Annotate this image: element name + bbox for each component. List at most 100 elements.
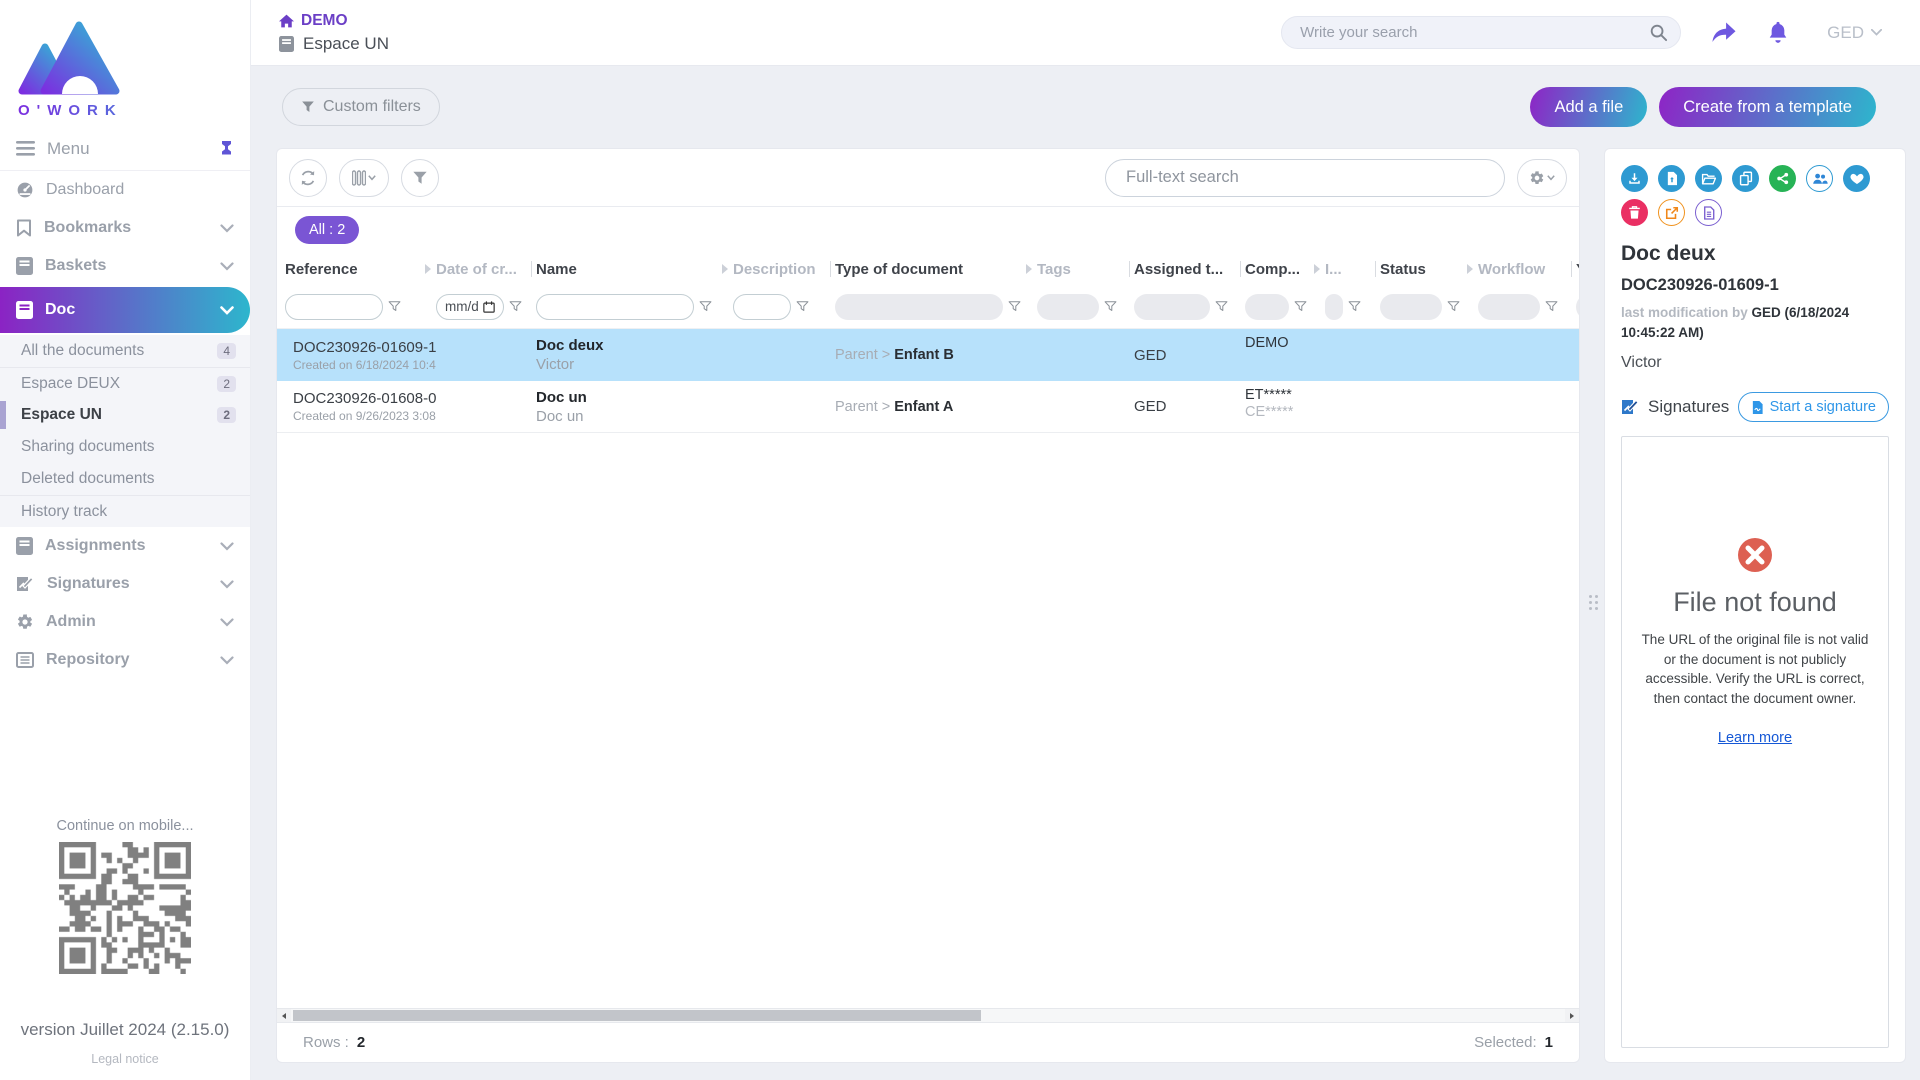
refresh-button[interactable] (289, 159, 327, 197)
column-header-name[interactable]: Name (536, 261, 733, 278)
filter-funnel-icon[interactable] (1545, 300, 1558, 313)
delete-button[interactable] (1621, 199, 1648, 226)
filter-funnel-icon[interactable] (1104, 300, 1117, 313)
sort-arrow-icon[interactable] (721, 263, 729, 275)
legal-notice-link[interactable]: Legal notice (0, 1052, 250, 1066)
column-header-y[interactable]: Y (1576, 261, 1580, 278)
filter-funnel-icon[interactable] (699, 300, 712, 313)
sidebar-item-all-documents[interactable]: All the documents 4 (0, 335, 250, 367)
sidebar-item-dashboard[interactable]: Dashboard (0, 171, 250, 209)
tab-all[interactable]: All : 2 (295, 216, 359, 244)
action-bar: Custom filters Add a file Create from a … (251, 66, 1920, 148)
open-external-button[interactable] (1658, 199, 1685, 226)
table-row[interactable]: DOC230926-01608-0 Created on 9/26/2023 3… (277, 381, 1579, 433)
table-row[interactable]: DOC230926-01609-1 Created on 6/18/2024 1… (277, 329, 1579, 381)
caret-down-icon (1547, 175, 1555, 181)
sort-arrow-icon[interactable] (424, 263, 432, 275)
panel-resize-handle[interactable] (1588, 588, 1598, 616)
column-header-description[interactable]: Description (733, 261, 835, 278)
column-header-i[interactable]: I... (1325, 261, 1380, 278)
subnav-label: All the documents (21, 342, 144, 360)
menu-toggle[interactable]: Menu (0, 127, 250, 171)
filter-description-input[interactable] (733, 294, 791, 320)
scroll-right-arrow[interactable] (1565, 1009, 1579, 1022)
assign-users-button[interactable] (1806, 165, 1833, 192)
filter-funnel-icon[interactable] (1348, 300, 1361, 313)
scrollbar-thumb[interactable] (293, 1010, 981, 1021)
column-header-assigned[interactable]: Assigned t... (1134, 261, 1245, 278)
sidebar-item-signatures[interactable]: Signatures (0, 565, 250, 603)
notifications-bell-icon[interactable] (1767, 21, 1789, 45)
learn-more-link[interactable]: Learn more (1718, 730, 1792, 746)
open-folder-button[interactable] (1695, 165, 1722, 192)
add-file-button[interactable]: Add a file (1530, 87, 1647, 127)
sidebar-item-bookmarks[interactable]: Bookmarks (0, 209, 250, 247)
sidebar-item-baskets[interactable]: Baskets (0, 247, 250, 285)
column-header-workflow[interactable]: Workflow (1478, 261, 1576, 278)
share-shortcut-icon[interactable] (1711, 22, 1737, 44)
sidebar-item-sharing-documents[interactable]: Sharing documents (0, 431, 250, 463)
filter-name-input[interactable] (536, 294, 694, 320)
scrollbar-track[interactable] (291, 1009, 1565, 1022)
sort-arrow-icon[interactable] (1466, 263, 1474, 275)
signatures-label: Signatures (1648, 397, 1729, 417)
primary-actions: Add a file Create from a template (1530, 87, 1876, 127)
column-header-date[interactable]: Date of cr... (436, 261, 536, 278)
sort-arrow-icon[interactable] (1313, 263, 1321, 275)
document-company: ET***** (1245, 387, 1325, 403)
create-from-template-button[interactable]: Create from a template (1659, 87, 1876, 127)
sidebar-item-label: Baskets (45, 257, 106, 275)
sidebar-item-espace-un[interactable]: Espace UN 2 (0, 399, 250, 431)
column-header-tags[interactable]: Tags (1037, 261, 1134, 278)
filter-button[interactable] (401, 159, 439, 197)
sidebar-item-admin[interactable]: Admin (0, 603, 250, 641)
filter-funnel-icon[interactable] (1294, 300, 1307, 313)
sidebar-item-assignments[interactable]: Assignments (0, 527, 250, 565)
sidebar-item-espace-deux[interactable]: Espace DEUX 2 (0, 367, 250, 399)
filter-date-input[interactable]: mm/d (436, 294, 504, 320)
filter-funnel-icon[interactable] (796, 300, 809, 313)
filter-reference-input[interactable] (285, 294, 383, 320)
sidebar-item-repository[interactable]: Repository (0, 641, 250, 679)
global-search (1281, 16, 1681, 49)
duplicate-button[interactable] (1732, 165, 1759, 192)
breadcrumb-home[interactable]: DEMO (279, 12, 389, 30)
table-footer: Rows : 2 Selected: 1 (277, 1022, 1579, 1062)
favorite-button[interactable] (1843, 165, 1870, 192)
upload-version-button[interactable] (1658, 165, 1685, 192)
filter-funnel-icon[interactable] (1215, 300, 1228, 313)
selected-count: 1 (1545, 1034, 1553, 1051)
column-header-company[interactable]: Comp... (1245, 261, 1325, 278)
table-filter-row: mm/d (277, 285, 1579, 329)
scroll-left-arrow[interactable] (277, 1009, 291, 1022)
filter-funnel-icon[interactable] (388, 300, 401, 313)
start-signature-button[interactable]: Start a signature (1738, 392, 1889, 422)
filter-funnel-icon[interactable] (1447, 300, 1460, 313)
share-button[interactable] (1769, 165, 1796, 192)
sidebar-item-deleted-documents[interactable]: Deleted documents (0, 463, 250, 495)
bookmark-icon (16, 219, 32, 237)
horizontal-scrollbar[interactable] (277, 1008, 1579, 1022)
table-settings-button[interactable] (1517, 159, 1567, 197)
properties-button[interactable] (1695, 199, 1722, 226)
custom-filters-button[interactable]: Custom filters (282, 88, 440, 126)
sidebar-item-history-track[interactable]: History track (0, 495, 250, 527)
sidebar-item-doc[interactable]: Doc (0, 287, 250, 333)
custom-filters-label: Custom filters (323, 98, 421, 116)
global-search-input[interactable] (1281, 16, 1681, 49)
columns-button[interactable] (339, 159, 389, 197)
rows-count: 2 (357, 1034, 365, 1051)
fulltext-search-input[interactable] (1105, 159, 1505, 197)
brand-name: O'WORK (18, 102, 250, 119)
pin-sidebar-icon[interactable] (219, 140, 234, 157)
column-header-status[interactable]: Status (1380, 261, 1478, 278)
sort-arrow-icon[interactable] (1025, 263, 1033, 275)
column-header-type[interactable]: Type of document (835, 261, 1037, 278)
filter-funnel-icon[interactable] (1008, 300, 1021, 313)
column-header-reference[interactable]: Reference (285, 261, 436, 278)
sidebar: O'WORK Menu Dashboard Bookmarks (0, 0, 251, 1080)
filter-funnel-icon[interactable] (509, 300, 522, 313)
search-icon[interactable] (1649, 23, 1668, 42)
download-button[interactable] (1621, 165, 1648, 192)
user-menu[interactable]: GED (1827, 23, 1882, 43)
